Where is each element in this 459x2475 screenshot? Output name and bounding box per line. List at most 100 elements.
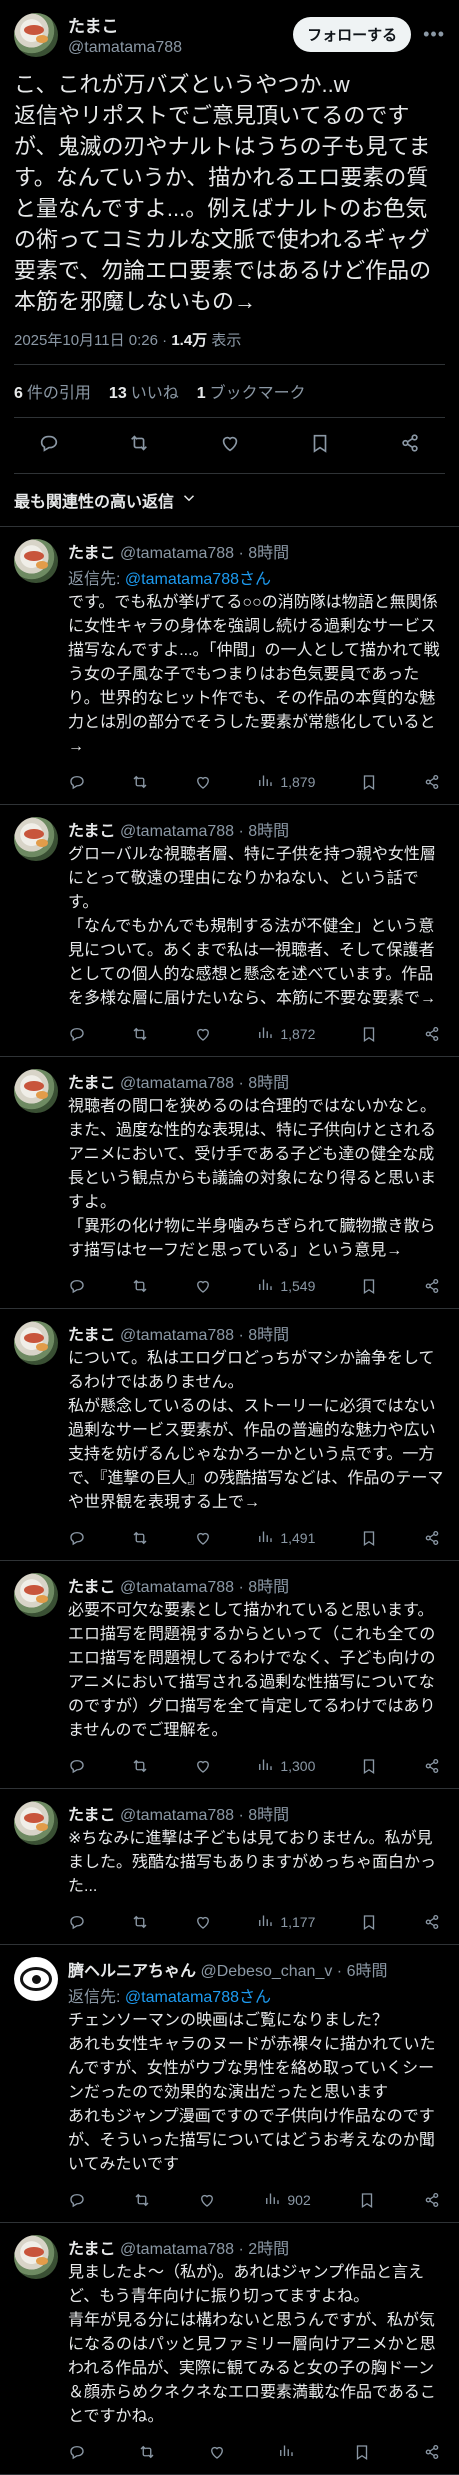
repost-icon[interactable]: [133, 2189, 151, 2210]
reply-icon[interactable]: [68, 1527, 86, 1548]
like-icon[interactable]: [194, 1911, 212, 1932]
views-stat[interactable]: 1,300: [256, 1755, 315, 1776]
reply-item[interactable]: たまこ @tamatama788 · 8時間 必要不可欠な要素として描かれている…: [0, 1561, 459, 1789]
views-icon: [263, 2189, 281, 2210]
reply-item[interactable]: たまこ @tamatama788 · 8時間 について。私はエログロどっちがマシ…: [0, 1309, 459, 1561]
repost-icon[interactable]: [131, 771, 149, 792]
reply-to-mention[interactable]: @tamatama788さん: [125, 571, 271, 588]
repost-icon[interactable]: [138, 2441, 156, 2462]
bookmark-icon[interactable]: [309, 432, 331, 459]
views-stat[interactable]: 1,549: [256, 1275, 315, 1296]
like-icon[interactable]: [194, 1275, 212, 1296]
reply-sort-dropdown[interactable]: 最も関連性の高い返信: [0, 474, 459, 526]
reply-item[interactable]: たまこ @tamatama788 · 8時間 グローバルな視聴者層、特に子供を持…: [0, 805, 459, 1057]
bookmark-icon[interactable]: [360, 1527, 378, 1548]
reply-icon[interactable]: [68, 2441, 86, 2462]
bookmarks-stat[interactable]: 1 ブックマーク: [197, 379, 306, 403]
reply-item[interactable]: たまこ @tamatama788 · 8時間 ※ちなみに進撃は子どもは見ておりま…: [0, 1789, 459, 1945]
like-icon[interactable]: [208, 2441, 226, 2462]
avatar[interactable]: [14, 1573, 58, 1617]
reply-author-name[interactable]: たまこ: [68, 1807, 116, 1824]
bookmark-icon[interactable]: [360, 1911, 378, 1932]
more-icon[interactable]: •••: [423, 24, 445, 45]
share-icon[interactable]: [423, 771, 441, 792]
reply-icon[interactable]: [68, 771, 86, 792]
avatar[interactable]: [14, 1957, 58, 2001]
avatar[interactable]: [14, 1069, 58, 1113]
post-timestamp[interactable]: 2025年10月11日 0:26 ·: [14, 332, 171, 349]
views-count: 1,872: [280, 1025, 316, 1042]
reply-icon[interactable]: [68, 1275, 86, 1296]
reply-list: たまこ @tamatama788 · 8時間 返信先: @tamatama788…: [0, 527, 459, 2475]
repost-icon[interactable]: [131, 1755, 149, 1776]
repost-icon[interactable]: [131, 1275, 149, 1296]
quotes-label: 件の引用: [26, 385, 91, 402]
reply-icon[interactable]: [68, 1755, 86, 1776]
reply-item[interactable]: たまこ @tamatama788 · 2時間 見ましたよ〜（私が)。あれはジャン…: [0, 2223, 459, 2475]
reply-author-name[interactable]: たまこ: [68, 2241, 116, 2258]
repost-icon[interactable]: [131, 1911, 149, 1932]
follow-button[interactable]: フォローする: [293, 17, 412, 52]
like-icon[interactable]: [194, 1755, 212, 1776]
views-icon: [256, 1275, 274, 1296]
avatar[interactable]: [14, 12, 58, 57]
reply-icon[interactable]: [38, 432, 60, 459]
reply-author-name[interactable]: たまこ: [68, 1075, 116, 1092]
reply-item[interactable]: たまこ @tamatama788 · 8時間 視聴者の間口を狭めるのは合理的では…: [0, 1057, 459, 1309]
reply-author-name[interactable]: 臍ヘルニアちゃん: [68, 1963, 196, 1980]
likes-stat[interactable]: 13 いいね: [109, 379, 179, 403]
share-icon[interactable]: [423, 1527, 441, 1548]
views-count: 1,177: [280, 1913, 316, 1930]
bookmark-icon[interactable]: [353, 2441, 371, 2462]
author-display-name[interactable]: たまこ: [68, 12, 293, 37]
avatar[interactable]: [14, 539, 58, 583]
reply-author-name[interactable]: たまこ: [68, 545, 116, 562]
views-stat[interactable]: [277, 2441, 301, 2462]
share-icon[interactable]: [423, 1023, 441, 1044]
reply-icon[interactable]: [68, 1911, 86, 1932]
avatar[interactable]: [14, 1321, 58, 1365]
views-stat[interactable]: 1,879: [256, 771, 315, 792]
like-icon[interactable]: [194, 1023, 212, 1044]
views-stat[interactable]: 1,872: [256, 1023, 315, 1044]
bookmark-icon[interactable]: [360, 1275, 378, 1296]
views-stat[interactable]: 1,177: [256, 1911, 315, 1932]
like-icon[interactable]: [198, 2189, 216, 2210]
share-icon[interactable]: [423, 1911, 441, 1932]
share-icon[interactable]: [423, 2441, 441, 2462]
bookmark-icon[interactable]: [360, 1755, 378, 1776]
reply-text: について。私はエログロどっちがマシか論争をしてるわけではありません。 私が懸念し…: [68, 1350, 444, 1511]
reply-author-name[interactable]: たまこ: [68, 1327, 116, 1344]
reply-avatar-col: [14, 817, 58, 1056]
quotes-stat[interactable]: 6 件の引用: [14, 379, 91, 403]
reply-to-mention[interactable]: @tamatama788さん: [125, 1989, 271, 2006]
author-handle[interactable]: @tamatama788: [68, 39, 293, 57]
bookmark-icon[interactable]: [360, 1023, 378, 1044]
reply-body: たまこ @tamatama788 · 2時間 見ましたよ〜（私が)。あれはジャン…: [68, 2235, 445, 2474]
reply-item[interactable]: たまこ @tamatama788 · 8時間 返信先: @tamatama788…: [0, 527, 459, 805]
like-icon[interactable]: [219, 432, 241, 459]
reply-author-name[interactable]: たまこ: [68, 823, 116, 840]
repost-icon[interactable]: [131, 1527, 149, 1548]
reply-icon[interactable]: [68, 1023, 86, 1044]
repost-icon[interactable]: [131, 1023, 149, 1044]
share-icon[interactable]: [423, 1755, 441, 1776]
repost-icon[interactable]: [128, 432, 150, 459]
avatar[interactable]: [14, 817, 58, 861]
bookmark-icon[interactable]: [360, 771, 378, 792]
bookmark-icon[interactable]: [358, 2189, 376, 2210]
avatar[interactable]: [14, 2235, 58, 2279]
share-icon[interactable]: [399, 432, 421, 459]
views-stat[interactable]: 902: [263, 2189, 311, 2210]
reply-icon[interactable]: [68, 2189, 86, 2210]
views-stat[interactable]: 1,491: [256, 1527, 315, 1548]
share-icon[interactable]: [423, 1275, 441, 1296]
reply-text: チェンソーマンの映画はご覧になりました？ あれも女性キャラのヌードが赤裸々に描か…: [68, 2012, 436, 2173]
reply-meta: @Debeso_chan_v · 6時間: [196, 1963, 388, 1980]
like-icon[interactable]: [194, 1527, 212, 1548]
like-icon[interactable]: [194, 771, 212, 792]
share-icon[interactable]: [423, 2189, 441, 2210]
reply-author-name[interactable]: たまこ: [68, 1579, 116, 1596]
avatar[interactable]: [14, 1801, 58, 1845]
reply-item[interactable]: 臍ヘルニアちゃん @Debeso_chan_v · 6時間 返信先: @tama…: [0, 1945, 459, 2223]
